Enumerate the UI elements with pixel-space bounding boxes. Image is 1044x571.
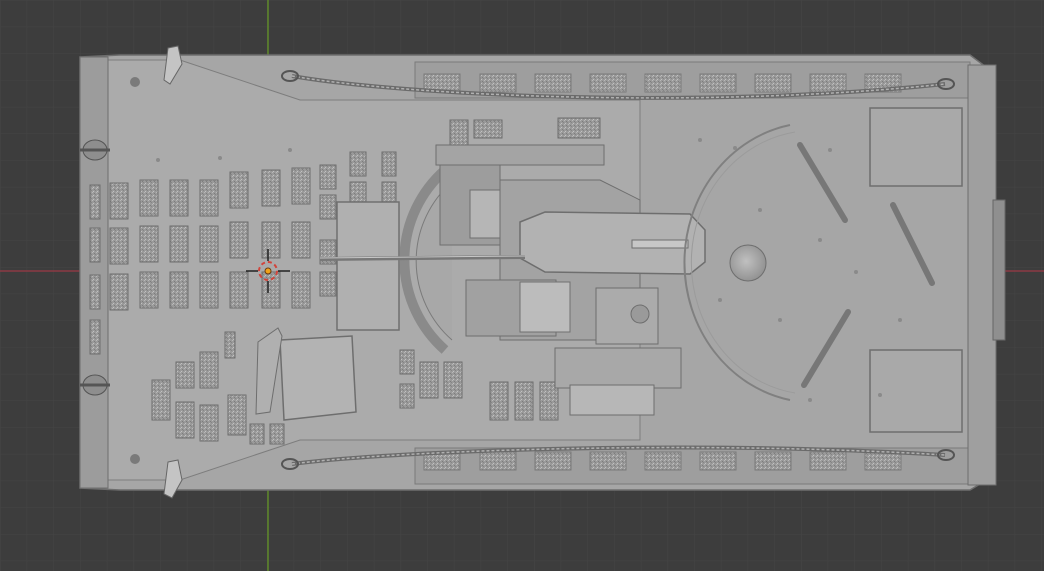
3d-viewport[interactable] — [0, 0, 1044, 571]
rear-vent-dome — [729, 244, 767, 282]
vehicle-model[interactable] — [79, 45, 1006, 499]
rear-plate — [967, 64, 997, 486]
gun-sight — [631, 239, 689, 249]
rear-door — [992, 199, 1006, 341]
viewport-canvas[interactable] — [0, 0, 1044, 571]
side-skirt-panels-bottom — [423, 451, 902, 471]
driver-hatch[interactable] — [279, 335, 357, 421]
rear-hatch-upper[interactable] — [869, 107, 963, 187]
stowage-box — [336, 201, 400, 331]
side-skirt-panels-top — [423, 73, 902, 93]
rear-hatch-lower[interactable] — [869, 349, 963, 433]
front-plate — [79, 56, 109, 489]
